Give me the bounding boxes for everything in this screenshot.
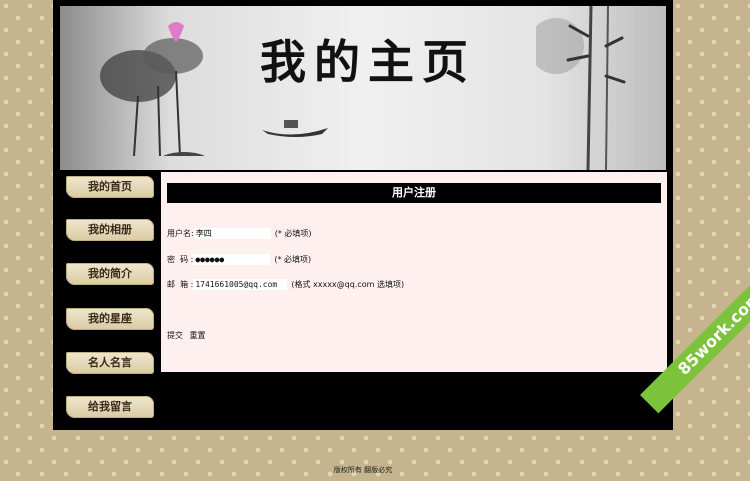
- email-input[interactable]: 1741661005@qq.com: [193, 279, 288, 290]
- password-note: (* 必填项): [274, 255, 312, 264]
- password-row: 密 码 : ●●●●●● (* 必填项): [167, 254, 311, 265]
- banner-title: 我的主页: [260, 35, 476, 89]
- username-input[interactable]: 李四: [193, 228, 271, 239]
- username-note: (* 必填项): [274, 229, 312, 238]
- registration-panel: 用户注册 用户名: 李四 (* 必填项) 密 码 : ●●●●●● (* 必填项…: [161, 172, 667, 372]
- nav-item-album[interactable]: 我的相册: [66, 219, 154, 241]
- submit-button[interactable]: 提交: [167, 331, 183, 340]
- email-row: 邮 箱 : 1741661005@qq.com (格式 xxxxx@qq.com…: [167, 279, 404, 290]
- email-note: (格式 xxxxx@qq.com 选填项): [291, 280, 405, 289]
- lotus-painting-icon: [100, 22, 205, 156]
- nav-item-profile[interactable]: 我的简介: [66, 263, 154, 285]
- reset-button[interactable]: 重置: [190, 331, 206, 340]
- username-row: 用户名: 李四 (* 必填项): [167, 228, 312, 239]
- boat-icon: [262, 120, 328, 137]
- password-label: 密 码 :: [167, 255, 194, 264]
- form-heading: 用户注册: [167, 183, 661, 203]
- banner: 我的主页: [60, 6, 666, 170]
- email-label: 邮 箱 :: [167, 280, 194, 289]
- nav-item-guestbook[interactable]: 给我留言: [66, 396, 154, 418]
- form-actions: 提交 重置: [167, 330, 210, 341]
- nav-item-home[interactable]: 我的首页: [66, 176, 154, 198]
- password-input[interactable]: ●●●●●●: [193, 254, 271, 265]
- nav-item-zodiac[interactable]: 我的星座: [66, 308, 154, 330]
- footer-copyright: 版权所有 翻版必究: [333, 466, 393, 474]
- bamboo-painting-icon: [536, 6, 626, 170]
- username-label: 用户名:: [167, 229, 194, 238]
- nav-item-quotes[interactable]: 名人名言: [66, 352, 154, 374]
